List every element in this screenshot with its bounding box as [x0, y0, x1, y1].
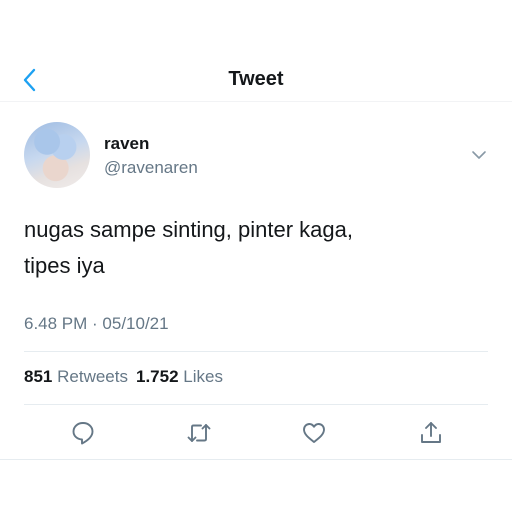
avatar[interactable] — [24, 122, 90, 188]
author-name[interactable]: raven — [104, 134, 149, 154]
top-bar: Tweet — [0, 58, 512, 102]
like-button[interactable] — [301, 420, 327, 446]
more-options-button[interactable] — [470, 148, 488, 162]
like-icon — [303, 423, 325, 443]
tweet-text: nugas sampe sinting, pinter kaga, tipes … — [24, 212, 484, 284]
retweet-button[interactable] — [186, 420, 212, 446]
reply-icon — [72, 422, 94, 445]
share-icon — [421, 422, 441, 443]
share-button[interactable] — [418, 420, 444, 446]
retweets-stat[interactable]: 851 Retweets — [24, 367, 128, 386]
page-title: Tweet — [228, 68, 284, 90]
divider — [24, 351, 488, 352]
likes-stat[interactable]: 1.752 Likes — [136, 367, 223, 386]
author-handle[interactable]: @ravenaren — [104, 158, 198, 178]
divider — [24, 404, 488, 405]
retweet-icon — [187, 424, 211, 442]
likes-label: Likes — [183, 367, 223, 386]
tweet-text-line: nugas sampe sinting, pinter kaga, — [24, 217, 353, 242]
tweet-timestamp[interactable]: 6.48 PM · 05/10/21 — [24, 314, 169, 334]
tweet-text-line: tipes iya — [24, 253, 105, 278]
retweets-count: 851 — [24, 367, 53, 386]
reply-button[interactable] — [70, 420, 96, 446]
retweets-label: Retweets — [57, 367, 128, 386]
tweet-stats: 851 Retweets 1.752 Likes — [24, 367, 223, 387]
likes-count: 1.752 — [135, 367, 179, 386]
bottom-divider — [0, 459, 512, 460]
header-divider — [0, 101, 512, 102]
chevron-down-icon — [472, 151, 486, 159]
